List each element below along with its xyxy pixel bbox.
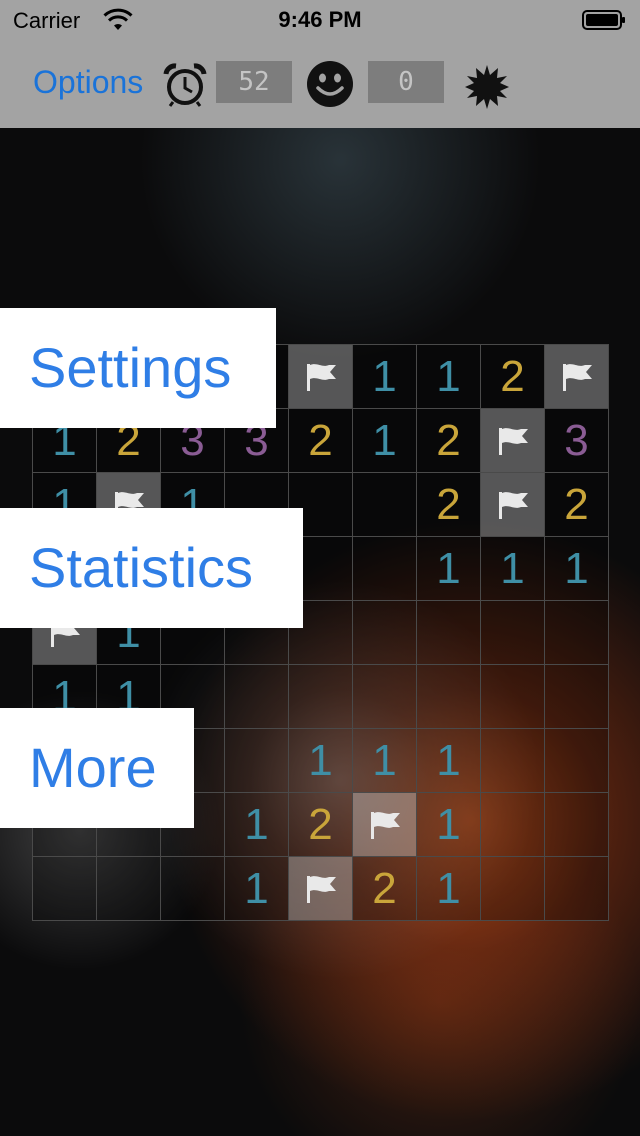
cell-flagged[interactable] (481, 473, 545, 537)
flag-icon (306, 875, 336, 903)
cell-flagged[interactable] (289, 857, 353, 921)
cell-number[interactable]: 1 (417, 537, 481, 601)
mine-counter-display: 0 (368, 61, 444, 103)
cell-number[interactable]: 1 (417, 345, 481, 409)
cell-number[interactable]: 1 (417, 857, 481, 921)
cell-empty[interactable] (481, 665, 545, 729)
status-time: 9:46 PM (278, 7, 362, 32)
cell-number[interactable]: 3 (545, 409, 609, 473)
cell-empty[interactable] (353, 537, 417, 601)
cell-number[interactable]: 1 (353, 409, 417, 473)
alarm-clock-icon (163, 63, 207, 107)
cell-empty[interactable] (545, 729, 609, 793)
cell-empty[interactable] (545, 601, 609, 665)
cell-number[interactable]: 2 (417, 409, 481, 473)
cell-empty[interactable] (481, 601, 545, 665)
cell-number[interactable]: 2 (545, 473, 609, 537)
cell-number[interactable]: 2 (353, 857, 417, 921)
cell-empty[interactable] (33, 857, 97, 921)
cell-number[interactable]: 1 (481, 537, 545, 601)
smiley-face-icon[interactable] (306, 60, 354, 108)
cell-empty[interactable] (225, 729, 289, 793)
cell-empty[interactable] (97, 857, 161, 921)
cell-flagged[interactable] (545, 345, 609, 409)
cell-number[interactable]: 1 (353, 345, 417, 409)
cell-number[interactable]: 1 (353, 729, 417, 793)
cell-empty[interactable] (353, 601, 417, 665)
cell-empty[interactable] (545, 793, 609, 857)
cell-flagged[interactable] (353, 793, 417, 857)
cell-empty[interactable] (353, 665, 417, 729)
flag-icon (498, 491, 528, 519)
cell-number[interactable]: 2 (481, 345, 545, 409)
cell-empty[interactable] (545, 857, 609, 921)
mine-icon (465, 65, 509, 109)
cell-empty[interactable] (545, 665, 609, 729)
cell-flagged[interactable] (481, 409, 545, 473)
cell-empty[interactable] (161, 857, 225, 921)
cell-number[interactable]: 1 (417, 793, 481, 857)
cell-empty[interactable] (417, 665, 481, 729)
cell-empty[interactable] (289, 665, 353, 729)
flag-icon (498, 427, 528, 455)
cell-empty[interactable] (353, 473, 417, 537)
cell-number[interactable]: 1 (225, 793, 289, 857)
settings-menu-item[interactable]: Settings (0, 308, 276, 428)
cell-number[interactable]: 2 (417, 473, 481, 537)
flag-icon (306, 363, 336, 391)
cell-empty[interactable] (481, 793, 545, 857)
cell-number[interactable]: 2 (289, 409, 353, 473)
battery-icon (582, 10, 625, 30)
timer-display: 52 (216, 61, 292, 103)
statistics-menu-item[interactable]: Statistics (0, 508, 303, 628)
status-bar: Carrier 9:46 PM (0, 0, 640, 40)
flag-icon (370, 811, 400, 839)
cell-number[interactable]: 1 (225, 857, 289, 921)
more-menu-item[interactable]: More (0, 708, 194, 828)
cell-flagged[interactable] (289, 345, 353, 409)
options-button[interactable]: Options (33, 64, 143, 101)
minefield-grid: 112123321231122111111111121121 (32, 344, 609, 921)
cell-number[interactable]: 1 (289, 729, 353, 793)
cell-empty[interactable] (225, 665, 289, 729)
cell-number[interactable]: 1 (545, 537, 609, 601)
cell-number[interactable]: 1 (417, 729, 481, 793)
flag-icon (562, 363, 592, 391)
cell-number[interactable]: 2 (289, 793, 353, 857)
cell-empty[interactable] (481, 857, 545, 921)
cell-empty[interactable] (417, 601, 481, 665)
cell-empty[interactable] (481, 729, 545, 793)
game-toolbar: Options 52 0 (0, 40, 640, 128)
